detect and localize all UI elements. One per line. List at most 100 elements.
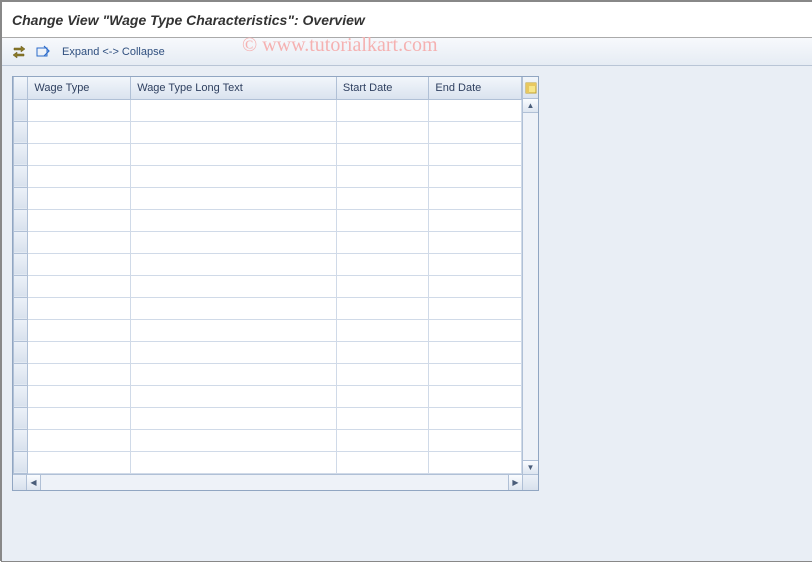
table-cell[interactable] — [28, 429, 131, 451]
table-cell[interactable] — [336, 165, 429, 187]
table-row[interactable] — [14, 143, 522, 165]
table-cell[interactable] — [336, 297, 429, 319]
table-cell[interactable] — [131, 297, 337, 319]
table-cell[interactable] — [131, 341, 337, 363]
table-cell[interactable] — [28, 187, 131, 209]
table-cell[interactable] — [429, 297, 522, 319]
scroll-up-icon[interactable]: ▲ — [523, 99, 538, 113]
table-cell[interactable] — [336, 121, 429, 143]
other-view-icon[interactable] — [10, 43, 28, 61]
row-selector[interactable] — [14, 99, 28, 121]
row-selector[interactable] — [14, 429, 28, 451]
table-cell[interactable] — [429, 165, 522, 187]
row-selector[interactable] — [14, 319, 28, 341]
table-row[interactable] — [14, 451, 522, 473]
table-cell[interactable] — [429, 385, 522, 407]
table-cell[interactable] — [28, 253, 131, 275]
row-selector[interactable] — [14, 121, 28, 143]
table-cell[interactable] — [131, 253, 337, 275]
table-cell[interactable] — [429, 209, 522, 231]
table-cell[interactable] — [336, 319, 429, 341]
table-cell[interactable] — [28, 275, 131, 297]
table-cell[interactable] — [131, 275, 337, 297]
table-cell[interactable] — [28, 297, 131, 319]
table-cell[interactable] — [336, 407, 429, 429]
row-selector[interactable] — [14, 143, 28, 165]
table-cell[interactable] — [131, 385, 337, 407]
row-selector[interactable] — [14, 253, 28, 275]
row-selector[interactable] — [14, 407, 28, 429]
table-cell[interactable] — [28, 451, 131, 473]
row-selector[interactable] — [14, 209, 28, 231]
table-cell[interactable] — [429, 187, 522, 209]
table-row[interactable] — [14, 209, 522, 231]
table-cell[interactable] — [336, 209, 429, 231]
row-selector[interactable] — [14, 187, 28, 209]
table-cell[interactable] — [429, 231, 522, 253]
table-row[interactable] — [14, 165, 522, 187]
table-cell[interactable] — [131, 429, 337, 451]
table-row[interactable] — [14, 121, 522, 143]
table-row[interactable] — [14, 99, 522, 121]
table-cell[interactable] — [131, 407, 337, 429]
table-cell[interactable] — [28, 341, 131, 363]
table-cell[interactable] — [131, 319, 337, 341]
scroll-down-icon[interactable]: ▼ — [523, 460, 538, 474]
delimit-icon[interactable] — [34, 43, 52, 61]
column-header-select[interactable] — [14, 77, 28, 99]
column-header-long-text[interactable]: Wage Type Long Text — [131, 77, 337, 99]
row-selector[interactable] — [14, 275, 28, 297]
table-row[interactable] — [14, 253, 522, 275]
table-cell[interactable] — [28, 99, 131, 121]
column-header-wage-type[interactable]: Wage Type — [28, 77, 131, 99]
row-selector[interactable] — [14, 297, 28, 319]
hscroll-track[interactable] — [41, 475, 508, 490]
row-selector[interactable] — [14, 341, 28, 363]
expand-collapse-button[interactable]: Expand <-> Collapse — [58, 44, 169, 60]
row-selector[interactable] — [14, 385, 28, 407]
table-row[interactable] — [14, 231, 522, 253]
table-cell[interactable] — [336, 99, 429, 121]
table-config-icon[interactable] — [523, 77, 538, 99]
table-cell[interactable] — [336, 363, 429, 385]
table-cell[interactable] — [28, 143, 131, 165]
table-cell[interactable] — [131, 99, 337, 121]
table-cell[interactable] — [28, 385, 131, 407]
table-row[interactable] — [14, 275, 522, 297]
table-cell[interactable] — [28, 319, 131, 341]
vscroll-track[interactable] — [523, 113, 538, 460]
table-cell[interactable] — [336, 143, 429, 165]
column-header-start-date[interactable]: Start Date — [336, 77, 429, 99]
table-cell[interactable] — [429, 143, 522, 165]
table-cell[interactable] — [429, 319, 522, 341]
table-cell[interactable] — [28, 231, 131, 253]
table-cell[interactable] — [336, 341, 429, 363]
table-cell[interactable] — [336, 253, 429, 275]
column-header-end-date[interactable]: End Date — [429, 77, 522, 99]
table-row[interactable] — [14, 363, 522, 385]
table-cell[interactable] — [429, 341, 522, 363]
table-row[interactable] — [14, 187, 522, 209]
table-cell[interactable] — [131, 363, 337, 385]
table-cell[interactable] — [131, 187, 337, 209]
table-row[interactable] — [14, 297, 522, 319]
table-cell[interactable] — [131, 143, 337, 165]
table-cell[interactable] — [28, 407, 131, 429]
row-selector[interactable] — [14, 363, 28, 385]
table-cell[interactable] — [131, 165, 337, 187]
table-cell[interactable] — [336, 231, 429, 253]
table-cell[interactable] — [429, 451, 522, 473]
table-cell[interactable] — [28, 121, 131, 143]
table-cell[interactable] — [429, 363, 522, 385]
table-cell[interactable] — [429, 253, 522, 275]
table-cell[interactable] — [336, 451, 429, 473]
table-row[interactable] — [14, 429, 522, 451]
table-row[interactable] — [14, 385, 522, 407]
table-cell[interactable] — [131, 451, 337, 473]
table-cell[interactable] — [336, 275, 429, 297]
table-cell[interactable] — [429, 429, 522, 451]
table-cell[interactable] — [336, 385, 429, 407]
table-cell[interactable] — [131, 121, 337, 143]
table-cell[interactable] — [28, 165, 131, 187]
table-cell[interactable] — [429, 121, 522, 143]
